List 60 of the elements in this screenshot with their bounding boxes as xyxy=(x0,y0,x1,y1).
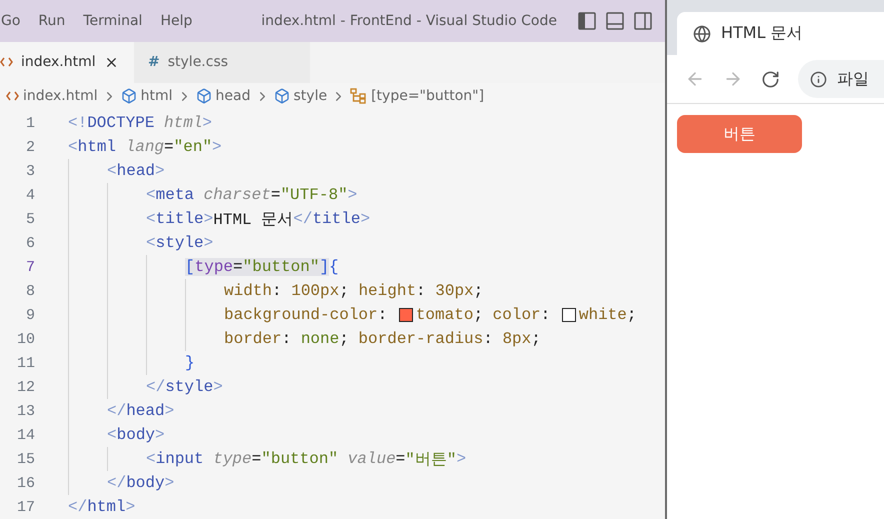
page-button[interactable]: 버튼 xyxy=(677,115,802,153)
line-number: 3 xyxy=(24,162,35,180)
cube-icon xyxy=(120,88,137,104)
code-line: </html> xyxy=(68,497,136,518)
menu-item[interactable]: Go xyxy=(0,12,30,29)
line-number: 7 xyxy=(24,258,35,276)
code-line: </style> xyxy=(146,377,223,398)
code-line: <style> xyxy=(146,233,214,254)
breadcrumb-item[interactable]: [type="button"] xyxy=(371,88,484,104)
info-icon xyxy=(810,70,827,88)
panel-layout-icon[interactable] xyxy=(606,12,624,30)
code-line: [type="button"]{ xyxy=(185,257,339,278)
line-number: 14 xyxy=(16,426,35,444)
menu-item[interactable]: Run xyxy=(29,12,74,29)
window-title: index.html - FrontEnd - Visual Studio Code xyxy=(261,12,557,29)
line-number: 4 xyxy=(24,186,35,204)
code-line: } xyxy=(185,353,195,374)
menu-item[interactable]: Help xyxy=(151,12,202,29)
code-line: background-color: tomato; color: white; xyxy=(224,305,636,326)
breadcrumb-item[interactable]: index.html xyxy=(23,88,98,104)
symbol-icon xyxy=(350,88,368,104)
code-icon xyxy=(0,57,13,68)
split-layout-icon[interactable] xyxy=(634,12,652,30)
sidebar-layout-icon[interactable] xyxy=(578,12,596,30)
menu-item[interactable]: Terminal xyxy=(74,12,152,29)
cube-icon xyxy=(274,88,290,104)
editor-tab[interactable]: # style.css xyxy=(134,42,310,84)
code-line: <!DOCTYPE html> xyxy=(68,113,212,134)
line-number: 8 xyxy=(24,282,35,300)
line-number: 17 xyxy=(16,498,35,516)
line-number: 2 xyxy=(24,138,35,156)
code-line: border: none; border-radius: 8px; xyxy=(224,329,541,350)
line-number: 15 xyxy=(16,450,35,468)
code-line: <input type="button" value="버튼"> xyxy=(146,449,466,471)
line-number: 12 xyxy=(16,378,35,396)
line-number: 10 xyxy=(16,330,35,348)
code-line: </head> xyxy=(107,401,174,422)
line-number: 11 xyxy=(16,354,35,372)
code-line: <head> xyxy=(107,161,165,182)
code-line: <html lang="en"> xyxy=(68,137,222,158)
line-number: 5 xyxy=(24,210,35,228)
address-bar[interactable]: 파일 xyxy=(798,60,884,98)
line-number: 13 xyxy=(16,402,35,420)
breadcrumb-item[interactable]: html xyxy=(140,88,173,104)
code-line: </body> xyxy=(107,473,174,494)
code-line: <meta charset="UTF-8"> xyxy=(146,185,358,206)
browser-tab[interactable]: HTML 문서 xyxy=(677,12,884,55)
cube-icon xyxy=(196,88,212,104)
code-icon xyxy=(6,91,19,102)
line-number: 16 xyxy=(16,474,35,492)
reload-icon[interactable] xyxy=(761,70,780,88)
code-line: <body> xyxy=(107,425,165,446)
globe-icon xyxy=(693,24,711,42)
breadcrumb-item[interactable]: style xyxy=(294,88,328,104)
line-number: 6 xyxy=(24,234,35,252)
code-line: width: 100px; height: 30px; xyxy=(224,281,484,302)
code-line: <title>HTML 문서</title> xyxy=(146,209,370,231)
line-number: 1 xyxy=(24,114,35,132)
breadcrumb-item[interactable]: head xyxy=(216,88,250,104)
line-number: 9 xyxy=(24,306,35,324)
